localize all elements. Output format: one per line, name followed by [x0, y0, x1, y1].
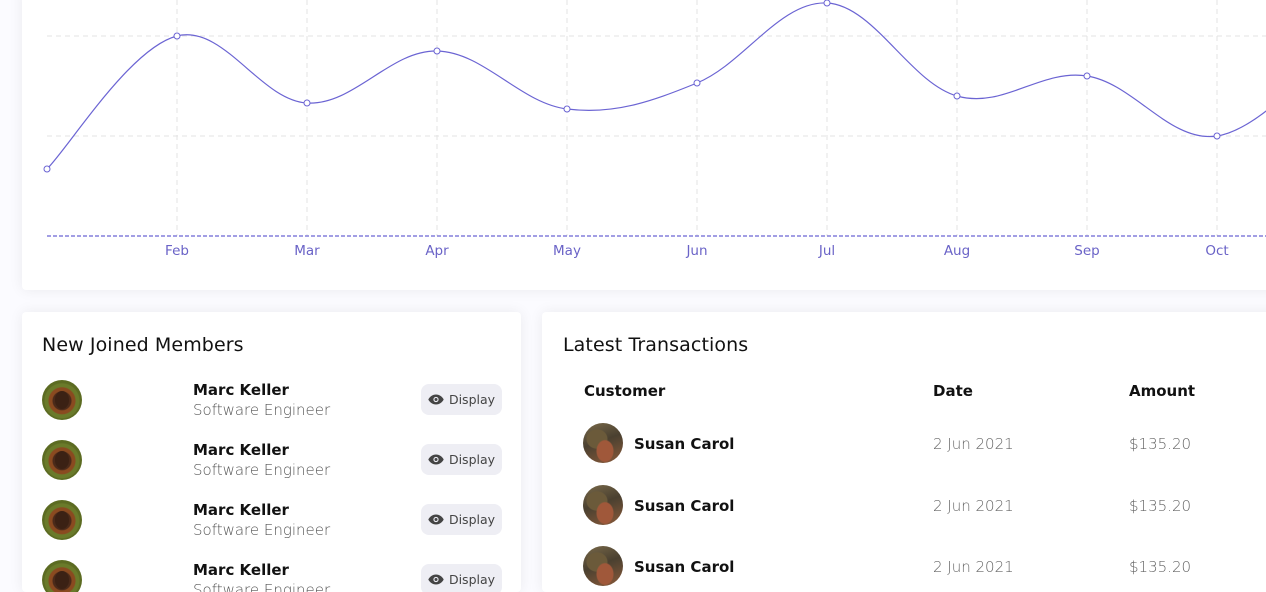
member-row: Marc Keller Software Engineer Display	[22, 380, 521, 440]
data-point	[823, 0, 831, 7]
member-role: Software Engineer	[193, 521, 331, 539]
eye-icon	[428, 454, 444, 465]
x-tick-label: Feb	[165, 243, 189, 259]
eye-icon	[428, 394, 444, 405]
display-button-label: Display	[448, 572, 496, 587]
series-line	[46, 2, 1266, 170]
customer-name: Susan Carol	[634, 497, 735, 515]
x-tick-label: Apr	[425, 243, 449, 259]
avatar	[583, 485, 623, 525]
member-role: Software Engineer	[193, 581, 331, 592]
table-row[interactable]: Susan Carol 2 Jun 2021 $135.20	[542, 485, 1266, 547]
member-role: Software Engineer	[193, 401, 331, 419]
x-tick-label: Jun	[685, 243, 707, 259]
avatar	[42, 440, 82, 480]
member-row: Marc Keller Software Engineer Display	[22, 500, 521, 560]
transaction-amount: $135.20	[1129, 558, 1192, 576]
x-tick-label: May	[553, 243, 581, 259]
data-point	[173, 32, 181, 40]
data-point	[43, 165, 51, 173]
transaction-amount: $135.20	[1129, 497, 1192, 515]
display-button-label: Display	[448, 512, 496, 527]
member-role: Software Engineer	[193, 461, 331, 479]
member-name: Marc Keller	[193, 501, 289, 519]
avatar	[583, 423, 623, 463]
column-header-date: Date	[933, 382, 973, 400]
transactions-title: Latest Transactions	[563, 334, 749, 356]
member-row: Marc Keller Software Engineer Display	[22, 560, 521, 592]
x-tick-label: Jul	[818, 243, 835, 259]
transaction-date: 2 Jun 2021	[933, 435, 1014, 453]
customer-name: Susan Carol	[634, 435, 735, 453]
display-button[interactable]: Display	[421, 504, 502, 535]
display-button-label: Display	[448, 392, 496, 407]
x-tick-label: Aug	[944, 243, 970, 259]
data-point	[1213, 132, 1221, 140]
data-point	[1083, 72, 1091, 80]
members-title: New Joined Members	[42, 334, 244, 356]
x-tick-label: Sep	[1074, 243, 1099, 259]
member-name: Marc Keller	[193, 561, 289, 579]
line-chart: Feb Mar Apr May Jun Jul Aug Sep Oct	[43, 0, 1266, 259]
avatar	[42, 560, 82, 592]
display-button[interactable]: Display	[421, 384, 502, 415]
display-button[interactable]: Display	[421, 444, 502, 475]
eye-icon	[428, 574, 444, 585]
x-tick-label: Oct	[1205, 243, 1228, 259]
column-header-amount: Amount	[1129, 382, 1196, 400]
new-members-card: New Joined Members Marc Keller Software …	[22, 312, 521, 592]
x-tick-label: Mar	[294, 243, 320, 259]
transaction-date: 2 Jun 2021	[933, 497, 1014, 515]
column-header-customer: Customer	[584, 382, 666, 400]
avatar	[42, 500, 82, 540]
data-point	[563, 105, 571, 113]
data-point	[433, 47, 441, 55]
chart-card: Feb Mar Apr May Jun Jul Aug Sep Oct	[22, 0, 1266, 290]
member-row: Marc Keller Software Engineer Display	[22, 440, 521, 500]
display-button-label: Display	[448, 452, 496, 467]
eye-icon	[428, 514, 444, 525]
transaction-amount: $135.20	[1129, 435, 1192, 453]
table-row[interactable]: Susan Carol 2 Jun 2021 $135.20	[542, 546, 1266, 592]
avatar	[42, 380, 82, 420]
member-name: Marc Keller	[193, 441, 289, 459]
latest-transactions-card: Latest Transactions Customer Date Amount…	[542, 312, 1266, 592]
transaction-date: 2 Jun 2021	[933, 558, 1014, 576]
member-name: Marc Keller	[193, 381, 289, 399]
display-button[interactable]: Display	[421, 564, 502, 592]
avatar	[583, 546, 623, 586]
data-point	[303, 99, 311, 107]
table-row[interactable]: Susan Carol 2 Jun 2021 $135.20	[542, 423, 1266, 485]
data-point	[693, 79, 701, 87]
data-point	[953, 92, 961, 100]
customer-name: Susan Carol	[634, 558, 735, 576]
